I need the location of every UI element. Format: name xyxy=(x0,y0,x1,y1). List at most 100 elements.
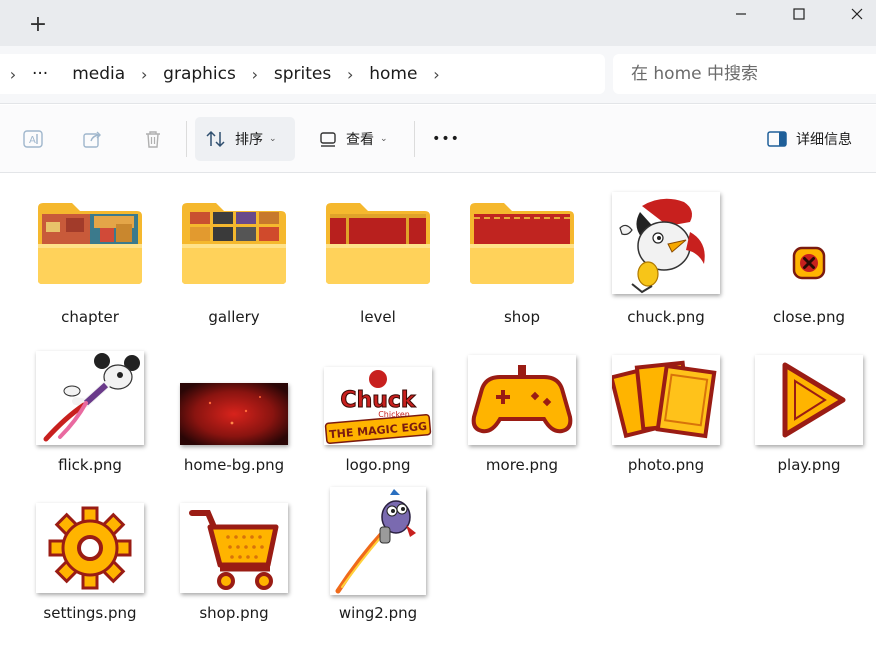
home-bg-thumbnail xyxy=(180,383,288,445)
toolbar-divider xyxy=(414,121,415,157)
gear-sprite-icon xyxy=(48,506,132,590)
chevron-down-icon: ⌄ xyxy=(380,134,388,144)
minimize-button[interactable] xyxy=(712,0,770,28)
image-thumbnail xyxy=(744,184,874,302)
file-name: logo.png xyxy=(345,456,411,474)
close-window-button[interactable] xyxy=(828,0,876,28)
minimize-icon xyxy=(736,13,746,15)
breadcrumb-home[interactable]: home xyxy=(365,64,421,84)
breadcrumb[interactable]: › ··· media › graphics › sprites › home … xyxy=(0,54,605,94)
image-thumbnail xyxy=(457,332,587,450)
sort-icon xyxy=(206,130,225,148)
delete-button[interactable] xyxy=(139,125,167,153)
flick-thumbnail xyxy=(36,351,144,445)
image-thumbnail xyxy=(313,480,443,598)
more-thumbnail xyxy=(468,355,576,445)
folder-item[interactable]: gallery xyxy=(169,184,299,326)
new-tab-button[interactable]: + xyxy=(22,10,54,42)
more-options-button[interactable]: ••• xyxy=(424,117,468,161)
image-thumbnail xyxy=(601,184,731,302)
search-input[interactable] xyxy=(631,62,861,86)
image-thumbnail xyxy=(169,480,299,598)
image-item[interactable]: home-bg.png xyxy=(169,332,299,474)
file-name: shop.png xyxy=(199,604,269,622)
file-name: photo.png xyxy=(627,456,705,474)
image-item[interactable]: close.png xyxy=(744,184,874,326)
breadcrumb-sprites[interactable]: sprites xyxy=(270,64,335,84)
chuck-thumbnail xyxy=(612,192,720,294)
folder-thumbnail xyxy=(169,184,299,302)
image-item[interactable]: photo.png xyxy=(601,332,731,474)
image-thumbnail xyxy=(25,332,155,450)
rocket-sprite-icon xyxy=(335,489,416,594)
share-button[interactable] xyxy=(79,125,107,153)
image-item[interactable]: chuck.png xyxy=(601,184,731,326)
folder-icon xyxy=(470,203,574,284)
file-name: close.png xyxy=(773,308,845,326)
chevron-down-icon: ⌄ xyxy=(269,134,277,144)
image-item[interactable]: wing2.png xyxy=(313,480,443,622)
folder-thumbnail xyxy=(25,184,155,302)
folder-item[interactable]: level xyxy=(313,184,443,326)
folder-thumbnail xyxy=(313,184,443,302)
breadcrumb-graphics[interactable]: graphics xyxy=(159,64,240,84)
play-sprite-icon xyxy=(782,362,846,438)
svg-text:A: A xyxy=(29,135,36,146)
rename-icon: A xyxy=(23,130,43,148)
photo-sprite-icon xyxy=(609,360,717,439)
title-bar: + xyxy=(0,0,876,50)
shop-thumbnail xyxy=(180,503,288,593)
search-box xyxy=(613,54,876,94)
address-row: › ··· media › graphics › sprites › home … xyxy=(0,46,876,104)
image-item[interactable]: play.png xyxy=(744,332,874,474)
image-item[interactable]: Chuck Chicken THE MAGIC EGG logo.png xyxy=(313,332,443,474)
file-name: home-bg.png xyxy=(183,456,285,474)
maximize-icon xyxy=(793,8,805,20)
folder-item[interactable]: shop xyxy=(457,184,587,326)
folder-icon xyxy=(38,203,142,284)
image-thumbnail xyxy=(601,332,731,450)
chevron-right-icon: › xyxy=(251,64,259,84)
chicken-sprite-icon xyxy=(619,198,705,294)
wing2-thumbnail xyxy=(330,487,426,595)
breadcrumb-overflow[interactable]: ··· xyxy=(26,64,54,84)
photo-thumbnail xyxy=(609,355,720,445)
close-sprite-icon xyxy=(792,246,826,280)
view-label: 查看 xyxy=(346,132,374,148)
file-name: settings.png xyxy=(43,604,137,622)
file-name: chuck.png xyxy=(627,308,705,326)
toolbar-divider xyxy=(186,121,187,157)
file-name: wing2.png xyxy=(338,604,418,622)
folder-icon xyxy=(326,203,430,284)
rename-button[interactable]: A xyxy=(19,125,47,153)
image-item[interactable]: settings.png xyxy=(25,480,155,622)
folder-item[interactable]: chapter xyxy=(25,184,155,326)
settings-thumbnail xyxy=(36,503,144,593)
file-name: level xyxy=(360,308,396,326)
image-thumbnail xyxy=(25,480,155,598)
mouse-sprite-icon xyxy=(43,353,140,442)
image-thumbnail xyxy=(169,332,299,450)
chevron-right-icon: › xyxy=(140,64,148,84)
details-pane-button[interactable]: 详细信息 xyxy=(760,117,870,161)
file-grid: chapter gallery level shop chuck.png clo… xyxy=(0,174,876,656)
view-button[interactable]: 查看 ⌄ xyxy=(310,117,406,161)
chevron-right-icon: › xyxy=(9,64,17,84)
more-icon: ••• xyxy=(432,131,460,147)
sort-button[interactable]: 排序 ⌄ xyxy=(195,117,295,161)
logo-thumbnail: Chuck Chicken THE MAGIC EGG xyxy=(324,367,432,445)
play-thumbnail xyxy=(755,355,863,445)
breadcrumb-media[interactable]: media xyxy=(68,64,129,84)
image-item[interactable]: shop.png xyxy=(169,480,299,622)
close-icon xyxy=(851,8,863,20)
gamepad-sprite-icon xyxy=(471,365,573,434)
details-label: 详细信息 xyxy=(796,132,852,148)
image-thumbnail: Chuck Chicken THE MAGIC EGG xyxy=(313,332,443,450)
image-item[interactable]: flick.png xyxy=(25,332,155,474)
maximize-button[interactable] xyxy=(770,0,828,28)
chevron-right-icon: › xyxy=(347,64,354,84)
image-item[interactable]: more.png xyxy=(457,332,587,474)
folder-icon xyxy=(182,203,286,284)
file-name: flick.png xyxy=(58,456,122,474)
background-sprite-icon xyxy=(180,383,288,445)
